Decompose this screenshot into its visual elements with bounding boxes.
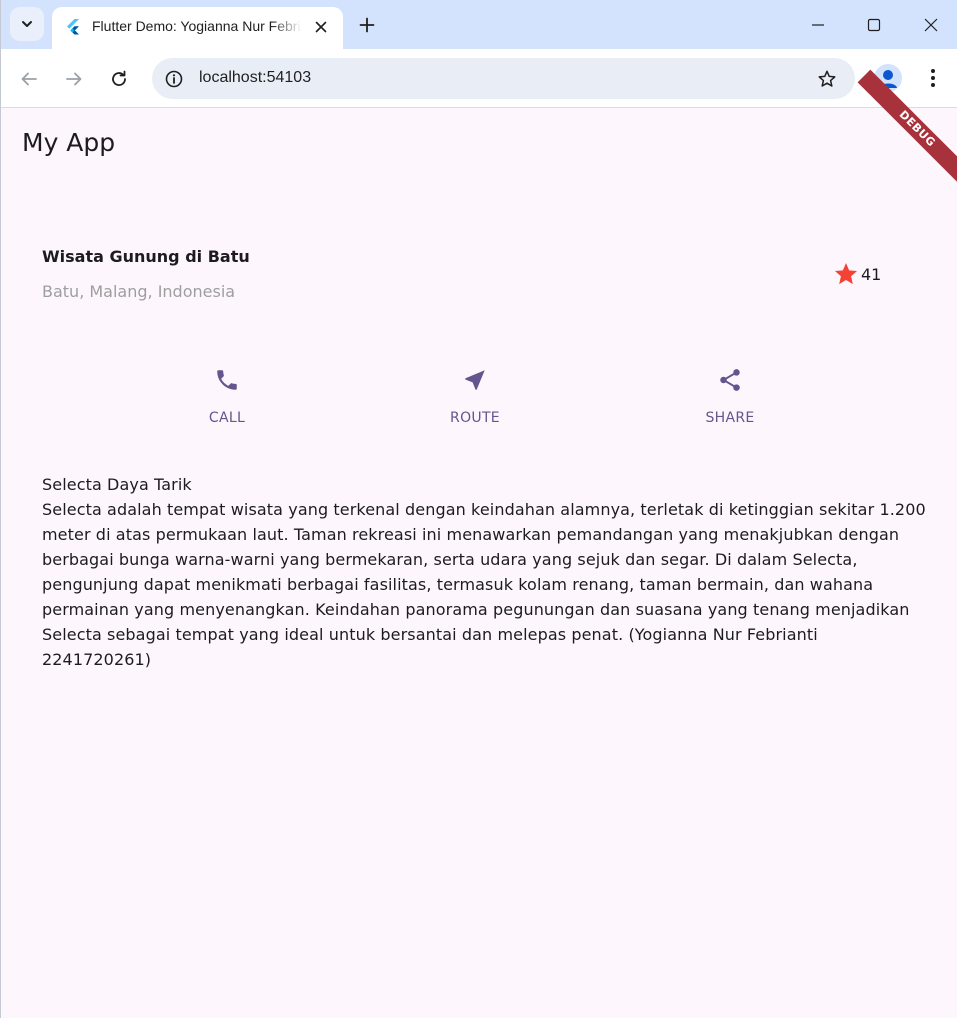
site-info-button[interactable]	[161, 66, 187, 92]
window-close-button[interactable]	[908, 6, 954, 44]
route-label: ROUTE	[450, 410, 500, 426]
description: Selecta Daya Tarik Selecta adalah tempat…	[42, 472, 932, 672]
browser-toolbar: localhost:54103	[1, 49, 957, 108]
browser-tab[interactable]: Flutter Demo: Yogianna Nur Febrianti	[52, 7, 343, 49]
star-outline-icon	[818, 70, 836, 87]
star-icon	[834, 262, 858, 285]
maximize-button[interactable]	[851, 6, 897, 44]
reload-icon	[112, 70, 126, 86]
app-bar-title: My App	[22, 128, 116, 157]
plus-icon	[359, 17, 375, 33]
arrow-right-icon	[66, 72, 82, 86]
browser-window: Flutter Demo: Yogianna Nur Febrianti loc…	[0, 0, 957, 1018]
url-text[interactable]: localhost:54103	[199, 69, 311, 87]
phone-icon	[213, 366, 241, 394]
share-label: SHARE	[705, 410, 755, 426]
description-heading: Selecta Daya Tarik	[42, 475, 192, 494]
share-icon	[716, 366, 744, 394]
minimize-button[interactable]	[795, 6, 841, 44]
bookmark-button[interactable]	[815, 67, 839, 91]
route-button[interactable]: ROUTE	[425, 366, 525, 426]
more-vert-icon	[931, 69, 935, 87]
close-icon	[315, 21, 327, 33]
forward-button[interactable]	[58, 63, 90, 95]
new-tab-button[interactable]	[354, 12, 380, 38]
app-viewport: My App DEBUG Wisata Gunung di Batu Batu,…	[1, 69, 957, 1018]
tab-close-button[interactable]	[310, 16, 332, 38]
info-icon	[165, 70, 183, 88]
place-location: Batu, Malang, Indonesia	[42, 282, 236, 301]
rating: 41	[833, 261, 881, 287]
tab-strip: Flutter Demo: Yogianna Nur Febrianti	[1, 0, 957, 49]
back-button[interactable]	[13, 63, 45, 95]
address-bar[interactable]: localhost:54103	[152, 58, 855, 99]
rating-count: 41	[861, 264, 882, 284]
chevron-down-icon	[22, 21, 32, 27]
call-label: CALL	[208, 410, 246, 426]
call-button[interactable]: CALL	[177, 366, 277, 426]
maximize-icon	[867, 18, 881, 32]
browser-menu-button[interactable]	[918, 63, 948, 93]
tab-search-button[interactable]	[10, 7, 44, 41]
tab-title: Flutter Demo: Yogianna Nur Febrianti	[92, 18, 302, 34]
arrow-left-icon	[21, 72, 37, 86]
minimize-icon	[812, 24, 824, 26]
flutter-logo-icon	[67, 19, 79, 35]
place-title: Wisata Gunung di Batu	[42, 247, 250, 266]
share-button[interactable]: SHARE	[680, 366, 780, 426]
close-icon	[924, 18, 938, 32]
description-body: Selecta adalah tempat wisata yang terken…	[42, 500, 926, 669]
near-me-icon	[461, 366, 489, 394]
reload-button[interactable]	[103, 63, 135, 95]
